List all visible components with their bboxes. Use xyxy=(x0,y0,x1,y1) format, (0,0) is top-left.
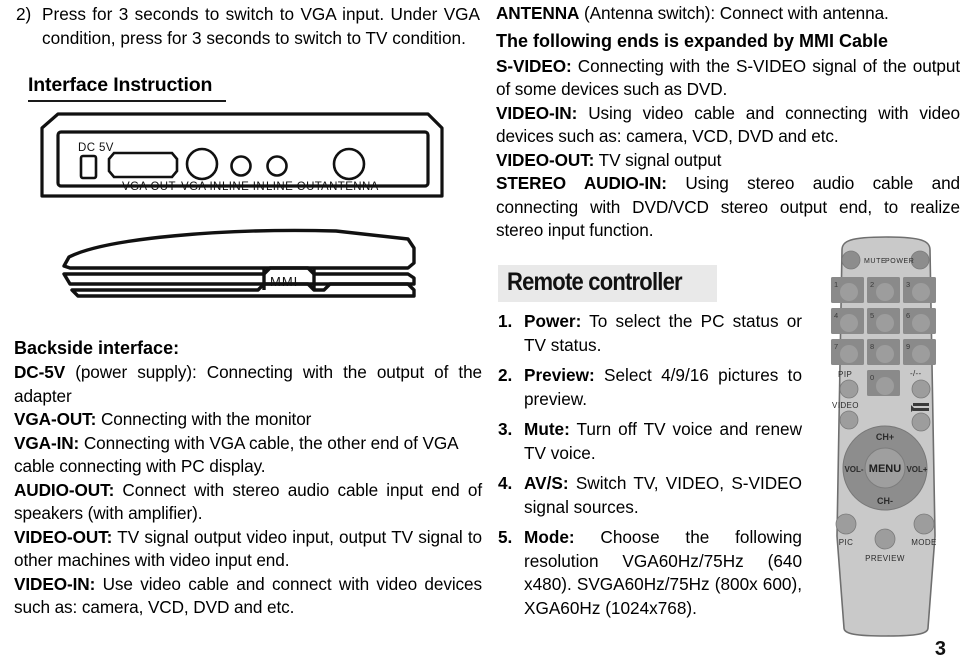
list-number: 2. xyxy=(498,365,513,385)
entry-mmi-video-in: VIDEO-IN: Using video cable and connecti… xyxy=(496,102,960,147)
step-marker: 2) xyxy=(16,4,32,24)
remote-key-2: 2 xyxy=(870,280,874,289)
remote-label-preview: PREVIEW xyxy=(865,554,905,563)
entry-mmi-video-out: VIDEO-OUT: TV signal output xyxy=(496,149,722,170)
remote-key-1: 1 xyxy=(834,280,838,289)
remote-label-mode: MODE xyxy=(911,538,937,547)
entry-video-in: VIDEO-IN: Use video cable and connect wi… xyxy=(14,573,482,618)
list-term: Preview: xyxy=(524,365,595,385)
port-label-dc5v: DC 5V xyxy=(78,142,114,154)
remote-label-power: POWER xyxy=(885,258,914,265)
mmi-cable-block: ANTENNA (Antenna switch): Connect with a… xyxy=(496,2,960,243)
remote-button-list: 1. Power: To select the PC status or TV s… xyxy=(498,310,802,627)
port-label-line-in: LINE IN xyxy=(222,181,265,193)
list-number: 1. xyxy=(498,311,513,331)
list-term: AV/S: xyxy=(524,473,569,493)
remote-label-ch-plus: CH+ xyxy=(876,432,894,442)
remote-key-9: 9 xyxy=(906,342,910,351)
list-term: Mute: xyxy=(524,419,570,439)
list-item: 2. Preview: Select 4/9/16 pictures to pre… xyxy=(498,364,802,411)
remote-key-4: 4 xyxy=(834,311,838,320)
port-label-line-out: LINE OUT xyxy=(266,181,322,193)
remote-label-pic: PIC xyxy=(839,538,854,547)
list-number: 3. xyxy=(498,419,513,439)
remote-key-0: 0 xyxy=(870,373,874,382)
remote-key-8: 8 xyxy=(870,342,874,351)
port-label-vga-out: VGA OUT xyxy=(122,181,176,193)
entry-dc5v: DC-5V (power supply): Connecting with th… xyxy=(14,362,482,406)
remote-key-6: 6 xyxy=(906,311,910,320)
step-text: Press for 3 seconds to switch to VGA inp… xyxy=(42,4,480,48)
list-term: Power: xyxy=(524,311,582,331)
left-column: 2) Press for 3 seconds to switch to VGA … xyxy=(8,0,482,669)
list-number: 4. xyxy=(498,473,513,493)
list-term: Mode: xyxy=(524,527,575,547)
remote-label-mute: MUTE xyxy=(864,258,886,265)
entry-vga-out: VGA-OUT: Connecting with the monitor xyxy=(14,409,312,429)
document-page: 2) Press for 3 seconds to switch to VGA … xyxy=(0,0,960,669)
backside-interface-heading: Backside interface: xyxy=(14,338,180,358)
step-item-2: 2) Press for 3 seconds to switch to VGA … xyxy=(16,2,480,50)
remote-label-menu: MENU xyxy=(869,463,901,475)
remote-label-vol-plus: VOL+ xyxy=(906,465,927,474)
backside-interface-block: Backside interface: DC-5V (power supply)… xyxy=(14,336,482,620)
interface-instruction-heading: Interface Instruction xyxy=(28,74,227,102)
entry-s-video: S-VIDEO: Connecting with the S-VIDEO sig… xyxy=(496,55,960,100)
entry-vga-in: VGA-IN: Connecting with VGA cable, the o… xyxy=(14,432,458,477)
page-number: 3 xyxy=(934,638,946,660)
remote-controller-banner: Remote controller xyxy=(498,265,717,302)
remote-navigation-pad: CH+ CH- VOL- VOL+ MENU xyxy=(842,425,928,511)
device-figure: DC 5V VGA OUT VGA IN LINE IN LINE OUT AN… xyxy=(36,108,448,330)
list-number: 5. xyxy=(498,527,513,547)
entry-antenna: ANTENNA (Antenna switch): Connect with a… xyxy=(496,3,889,23)
remote-key-3: 3 xyxy=(906,280,910,289)
mmi-cable-heading: The following ends is expanded by MMI Ca… xyxy=(496,30,889,51)
remote-label-ch-minus: CH- xyxy=(877,496,893,506)
list-item: 5. Mode: Choose the following resolution … xyxy=(498,526,802,620)
port-label-vga-in: VGA IN xyxy=(181,181,222,193)
list-item: 4. AV/S: Switch TV, VIDEO, S-VIDEO signal… xyxy=(498,472,802,519)
remote-key-7: 7 xyxy=(834,342,838,351)
remote-label-vol-minus: VOL- xyxy=(844,465,863,474)
remote-label-minus-slash: -/-- xyxy=(910,369,921,378)
front-label-mmi: MMI xyxy=(270,274,298,289)
remote-label-pip: PIP xyxy=(838,370,852,379)
list-item: 1. Power: To select the PC status or TV s… xyxy=(498,310,802,357)
remote-label-video: VIDEO xyxy=(832,401,859,410)
remote-key-5: 5 xyxy=(870,311,874,320)
entry-audio-out: AUDIO-OUT: Connect with stereo audio cab… xyxy=(14,479,482,524)
entry-video-out: VIDEO-OUT: TV signal output video input,… xyxy=(14,526,482,571)
remote-controller-figure: MUTE POWER 1 2 3 4 5 6 7 8 9 PIP 0 -/-- … xyxy=(816,236,956,638)
port-label-antenna: ANTENNA xyxy=(321,181,379,193)
remote-controller-banner-label: Remote controller xyxy=(507,268,683,296)
list-item: 3. Mute: Turn off TV voice and renew TV v… xyxy=(498,418,802,465)
entry-stereo-audio-in: STEREO AUDIO-IN: Using stereo audio cabl… xyxy=(496,173,960,240)
